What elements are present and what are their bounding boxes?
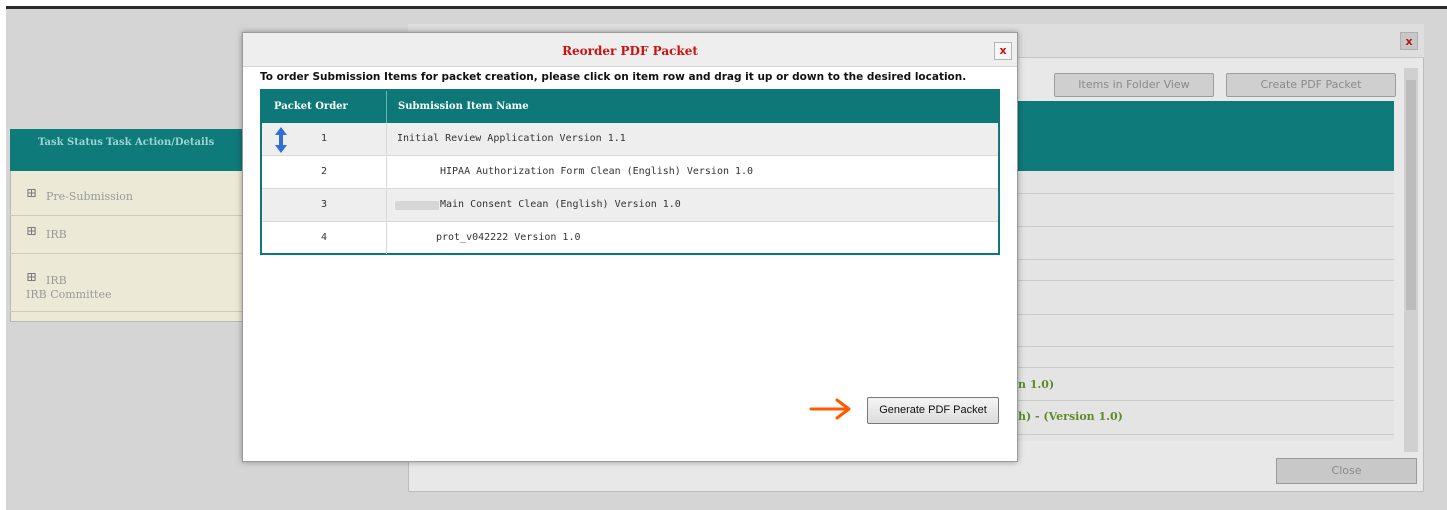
instruction-text: To order Submission Items for packet cre…: [260, 71, 967, 83]
generate-pdf-packet-button[interactable]: Generate PDF Packet: [867, 397, 999, 424]
background-task-label: Pre-Submission: [46, 190, 134, 203]
background-row-divider: [1016, 193, 1394, 194]
column-header-packet-order: Packet Order: [274, 101, 348, 112]
table-row[interactable]: 4 prot_v042222 Version 1.0: [262, 222, 998, 255]
expand-icon: ⊞: [26, 270, 37, 285]
background-version-text: h) - (Version 1.0): [1018, 410, 1123, 423]
background-scrollbar-thumb[interactable]: [1406, 80, 1416, 310]
packet-order-cell: 4: [320, 232, 328, 243]
background-dialog-close-icon[interactable]: x: [1400, 32, 1418, 50]
table-row[interactable]: 3 Main Consent Clean (English) Version 1…: [262, 189, 998, 222]
background-task-label: IRB: [46, 274, 67, 287]
dialog-title: Reorder PDF Packet: [562, 44, 698, 58]
table-row[interactable]: 2 HIPAA Authorization Form Clean (Englis…: [262, 156, 998, 189]
items-in-folder-view-button[interactable]: Items in Folder View: [1054, 73, 1214, 97]
background-version-text: n 1.0): [1018, 378, 1055, 391]
packet-order-table: Packet Order Submission Item Name 1 Init…: [260, 89, 1000, 255]
redacted-block: [395, 201, 439, 210]
table-row[interactable]: 1 Initial Review Application Version 1.1: [262, 123, 998, 156]
column-header-item-name: Submission Item Name: [398, 101, 529, 112]
background-row-divider: [1016, 346, 1394, 347]
packet-order-cell: 1: [320, 133, 328, 144]
column-divider: [386, 222, 387, 254]
screen: Task Status Task Action/Details ⊞ Pre-Su…: [0, 0, 1447, 510]
background-row-divider: [1016, 367, 1394, 368]
background-task-label: IRB: [46, 228, 67, 241]
column-divider: [386, 91, 387, 123]
expand-icon: ⊞: [26, 224, 37, 239]
background-row-divider: [1016, 434, 1394, 435]
create-pdf-packet-button[interactable]: Create PDF Packet: [1226, 73, 1396, 97]
item-name-cell: prot_v042222 Version 1.0: [436, 232, 581, 243]
item-name-cell: HIPAA Authorization Form Clean (English)…: [440, 166, 754, 177]
background-row-divider: [1016, 226, 1394, 227]
background-close-button[interactable]: Close: [1276, 458, 1417, 484]
column-divider: [386, 189, 387, 221]
expand-icon: ⊞: [26, 186, 37, 201]
background-row-divider: [1016, 259, 1394, 260]
packet-order-cell: 3: [320, 199, 328, 210]
background-row-divider: [1016, 314, 1394, 315]
background-top-bar: [6, 6, 1447, 9]
background-header-task-status: Task Status: [38, 137, 103, 148]
item-name-cell: Main Consent Clean (English) Version 1.0: [440, 199, 681, 210]
item-name-cell: Initial Review Application Version 1.1: [397, 133, 626, 144]
background-row-divider: [1016, 280, 1394, 281]
dialog-titlebar: Reorder PDF Packet x: [243, 33, 1017, 67]
table-header: Packet Order Submission Item Name: [262, 91, 998, 123]
dialog-close-icon[interactable]: x: [994, 42, 1012, 60]
column-divider: [386, 156, 387, 188]
right-arrow-icon: [809, 398, 851, 420]
background-header-task-action: Task Action/Details: [106, 137, 215, 148]
packet-order-cell: 2: [320, 166, 328, 177]
background-row-divider: [1016, 400, 1394, 401]
reorder-pdf-packet-dialog: Reorder PDF Packet x To order Submission…: [242, 32, 1018, 462]
column-divider: [386, 123, 387, 155]
background-table-header: [1016, 101, 1394, 171]
background-task-sublabel: IRB Committee: [26, 288, 112, 301]
